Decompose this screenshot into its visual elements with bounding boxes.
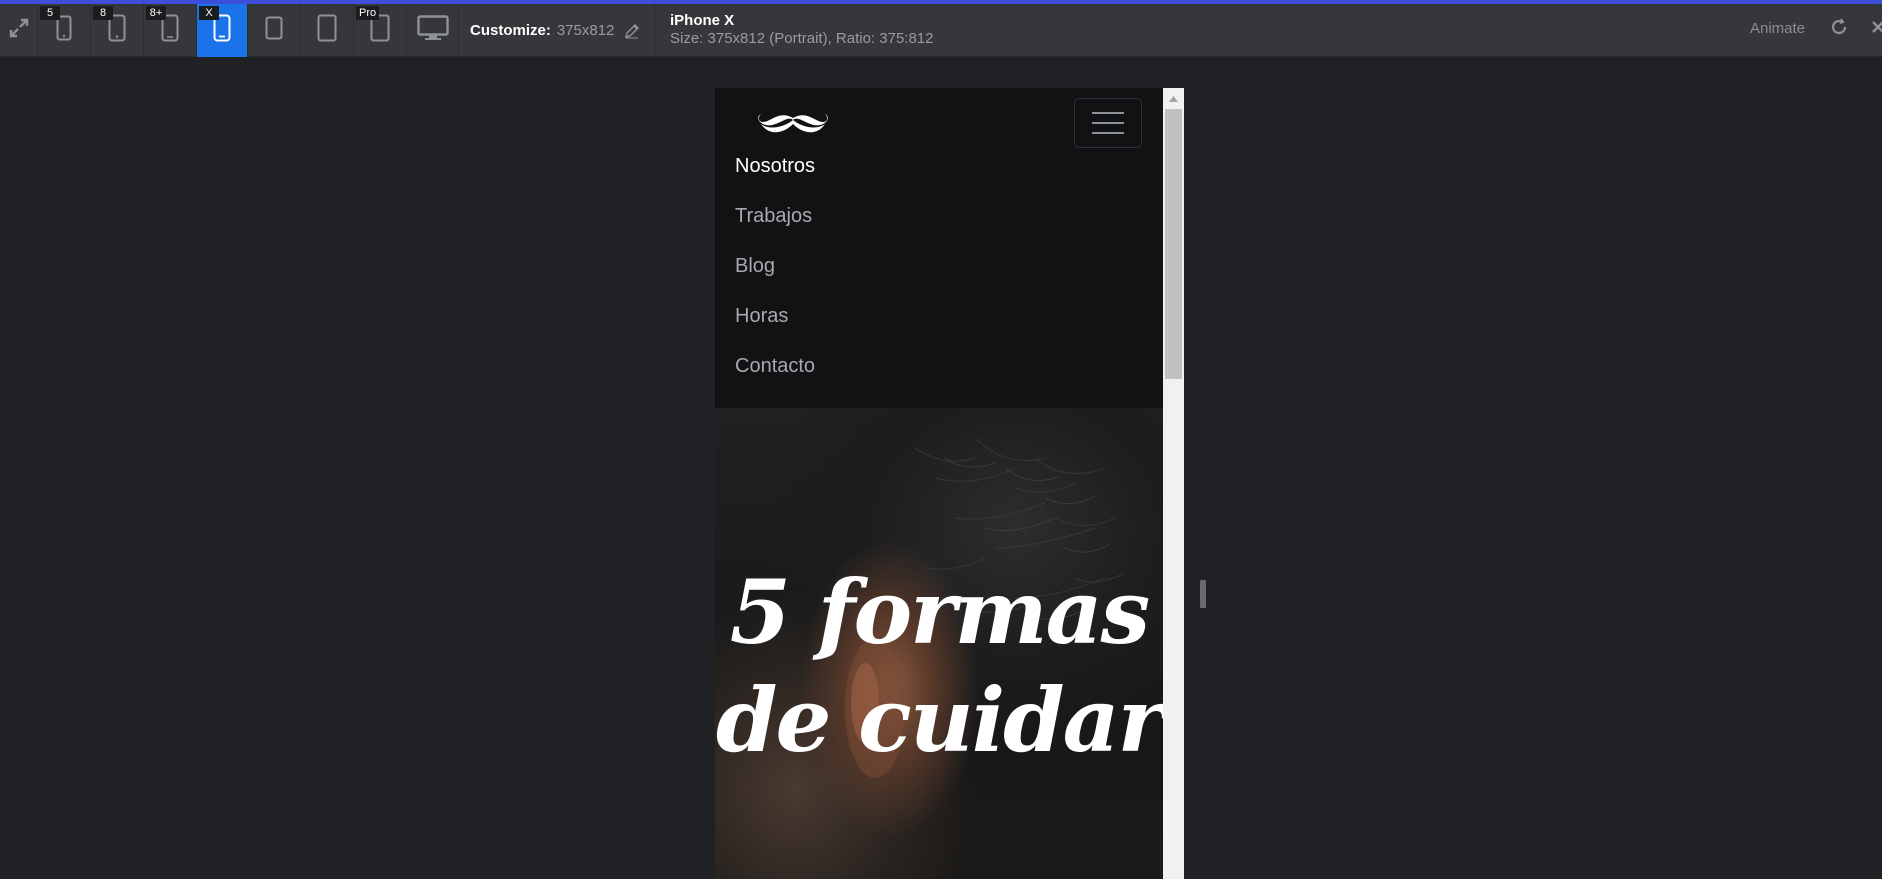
hero-title: 5 formas de cuidar: [715, 560, 1163, 772]
scroll-up-arrow-icon[interactable]: [1163, 90, 1184, 108]
rotate-button[interactable]: [1828, 17, 1850, 42]
pencil-icon[interactable]: [624, 23, 640, 39]
device-toolbar: 5 8 8+ X Pro: [0, 4, 1882, 57]
device-badge: 8: [93, 6, 113, 20]
close-button[interactable]: [1868, 18, 1882, 40]
close-icon: [1870, 19, 1882, 40]
tablet-small-icon: [265, 16, 283, 45]
viewport-resize-handle[interactable]: [1200, 580, 1206, 608]
expand-arrows-icon: [8, 17, 30, 44]
desktop-icon: [416, 15, 449, 46]
nav-item-trabajos[interactable]: Trabajos: [735, 196, 815, 246]
device-button-tablet[interactable]: [301, 4, 354, 57]
device-viewport: Nosotros Trabajos Blog Horas Contacto 5 …: [715, 88, 1163, 879]
tablet-icon: [317, 14, 337, 47]
device-badge: X: [199, 6, 219, 20]
menu-bar: [1092, 122, 1124, 124]
device-button-desktop[interactable]: [407, 4, 459, 57]
device-button-tablet-small[interactable]: [248, 4, 301, 57]
device-button-8-plus[interactable]: 8+: [144, 4, 197, 57]
device-button-5[interactable]: 5: [38, 4, 91, 57]
customize-control[interactable]: Customize: 375x812: [470, 4, 640, 57]
animate-toggle[interactable]: Animate: [1750, 20, 1805, 37]
menu-bar: [1092, 112, 1124, 114]
rotate-icon: [1829, 17, 1849, 42]
device-button-x[interactable]: X: [197, 4, 248, 57]
customize-dimensions: 375x812: [556, 22, 615, 39]
device-badge: 5: [40, 6, 60, 20]
device-badge: 8+: [146, 6, 166, 20]
device-button-tablet-pro[interactable]: Pro: [354, 4, 407, 57]
viewport-scrollbar[interactable]: [1163, 88, 1184, 879]
site-navbar: Nosotros Trabajos Blog Horas Contacto: [715, 88, 1163, 408]
hamburger-menu-button[interactable]: [1074, 98, 1142, 148]
hero-section: 5 formas de cuidar: [715, 408, 1163, 879]
device-name: iPhone X: [670, 12, 735, 29]
mustache-logo[interactable]: [753, 108, 833, 144]
nav-item-blog[interactable]: Blog: [735, 246, 815, 296]
nav-item-nosotros[interactable]: Nosotros: [735, 146, 815, 196]
customize-label: Customize:: [470, 22, 551, 39]
fullscreen-button[interactable]: [0, 4, 38, 57]
device-badge: Pro: [356, 6, 380, 20]
toolbar-divider: [654, 4, 655, 57]
nav-menu: Nosotros Trabajos Blog Horas Contacto: [735, 146, 815, 396]
device-button-8[interactable]: 8: [91, 4, 144, 57]
device-size-info: Size: 375x812 (Portrait), Ratio: 375:812: [670, 30, 934, 47]
nav-item-contacto[interactable]: Contacto: [735, 346, 815, 396]
scrollbar-thumb[interactable]: [1165, 109, 1182, 379]
nav-item-horas[interactable]: Horas: [735, 296, 815, 346]
menu-bar: [1092, 132, 1124, 134]
